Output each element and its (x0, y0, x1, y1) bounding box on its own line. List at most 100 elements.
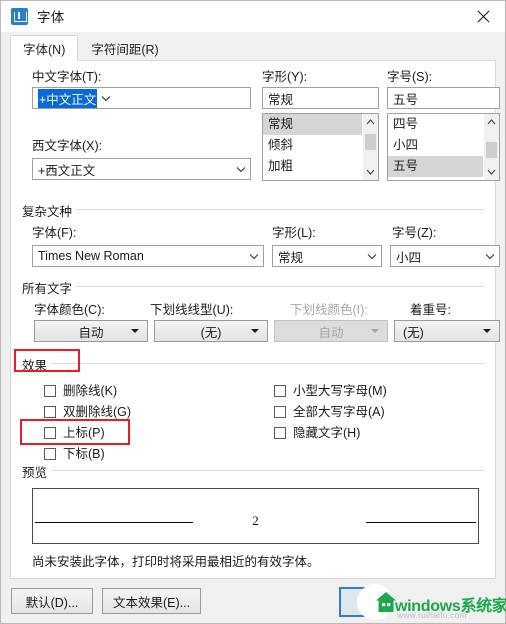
title-bar: 字体 (1, 1, 505, 32)
tab-font-label: 字体(N) (23, 42, 66, 57)
font-style-scroll-thumb[interactable] (365, 134, 376, 150)
font-color-value: 自动 (78, 325, 104, 340)
underline-style-dropdown[interactable]: (无) (154, 320, 268, 342)
underline-color-value: 自动 (318, 325, 344, 340)
tab-character-spacing-label: 字符间距(R) (91, 42, 159, 57)
tab-font[interactable]: 字体(N) (10, 35, 79, 61)
underline-color-dropdown: 自动 (274, 320, 388, 342)
font-style-combo[interactable]: 常规 (262, 87, 379, 109)
font-size-option-sihao[interactable]: 四号 (388, 114, 483, 135)
complex-script-group: 复杂文种 字体(F): 字形(L): 字号(Z): Times New Roma… (22, 201, 500, 269)
emphasis-mark-dropdown[interactable]: (无) (394, 320, 500, 342)
checkbox-superscript-label: 上标(P) (63, 425, 105, 440)
chinese-font-value: +中文正文 (38, 88, 98, 108)
complex-size-value: 小四 (396, 250, 422, 265)
font-style-label: 字形(Y): (262, 70, 308, 84)
default-button-label: 默认(D)... (25, 595, 79, 610)
complex-script-group-title: 复杂文种 (22, 201, 77, 220)
group-divider (22, 286, 484, 287)
checkbox-double-strikethrough[interactable]: 双删除线(G) (44, 401, 244, 422)
effects-group: 效果 删除线(K) 双删除线(G) 上标(P) 下标(B) 小型大写字母(M) … (22, 355, 484, 466)
house-icon (376, 592, 396, 612)
checkbox-hidden-text-label: 隐藏文字(H) (293, 425, 361, 440)
font-style-scrollbar[interactable] (362, 114, 378, 180)
font-style-listbox[interactable]: 常规 倾斜 加粗 (262, 113, 379, 181)
checkbox-subscript[interactable]: 下标(B) (44, 443, 244, 464)
checkbox-small-caps-label: 小型大写字母(M) (293, 383, 387, 398)
font-style-option-bold[interactable]: 加粗 (263, 156, 362, 177)
checkbox-small-caps[interactable]: 小型大写字母(M) (274, 380, 494, 401)
chevron-down-icon[interactable] (363, 253, 381, 260)
checkbox-box[interactable] (274, 405, 286, 418)
preview-note: 尚未安装此字体，打印时将采用最相近的有效字体。 (32, 555, 320, 569)
font-size-option-xiaosi[interactable]: 小四 (388, 135, 483, 156)
all-text-group: 所有文字 字体颜色(C): 下划线线型(U): 下划线颜色(I): 着重号: 自… (22, 278, 500, 344)
checkbox-all-caps[interactable]: 全部大写字母(A) (274, 401, 494, 422)
underline-style-value: (无) (200, 325, 222, 340)
checkbox-box[interactable] (44, 426, 56, 439)
close-icon[interactable] (461, 1, 505, 32)
complex-font-value: Times New Roman (38, 249, 144, 263)
checkbox-box[interactable] (274, 384, 286, 397)
font-size-scrollbar[interactable] (483, 114, 499, 180)
complex-style-combo[interactable]: 常规 (272, 245, 382, 267)
font-color-dropdown[interactable]: 自动 (34, 320, 148, 342)
latin-font-value: +西文正文 (38, 163, 96, 178)
chevron-down-icon[interactable] (481, 253, 499, 260)
triangle-down-icon (371, 329, 379, 333)
font-style-option-regular[interactable]: 常规 (263, 114, 362, 135)
preview-group-title: 预览 (22, 462, 52, 481)
underline-color-label: 下划线颜色(I): (290, 303, 368, 317)
checkbox-box[interactable] (44, 447, 56, 460)
checkbox-strikethrough-label: 删除线(K) (63, 383, 118, 398)
chinese-font-combo[interactable]: +中文正文 (32, 87, 251, 109)
complex-style-label: 字形(L): (272, 226, 316, 240)
effects-group-title: 效果 (22, 355, 52, 374)
watermark-url: www.ruihaifu.com (397, 610, 467, 620)
font-size-listbox[interactable]: 四号 小四 五号 (387, 113, 500, 181)
group-divider (22, 470, 484, 471)
font-style-option-italic[interactable]: 倾斜 (263, 135, 362, 156)
checkbox-hidden-text[interactable]: 隐藏文字(H) (274, 422, 494, 443)
checkbox-box[interactable] (274, 426, 286, 439)
chevron-down-icon[interactable] (232, 166, 250, 173)
text-effects-button[interactable]: 文本效果(E)... (102, 588, 202, 614)
complex-size-combo[interactable]: 小四 (390, 245, 500, 267)
font-size-value: 五号 (393, 92, 419, 107)
checkbox-box[interactable] (44, 384, 56, 397)
tab-character-spacing[interactable]: 字符间距(R) (78, 35, 171, 61)
font-size-label: 字号(S): (387, 70, 433, 84)
watermark-brand-cn: 系统家园 (460, 598, 506, 615)
tab-strip: 字体(N) 字符间距(R) (1, 32, 505, 61)
font-size-options: 四号 小四 五号 (388, 114, 483, 180)
default-button[interactable]: 默认(D)... (11, 588, 93, 614)
checkbox-superscript[interactable]: 上标(P) (44, 422, 244, 443)
font-size-combo[interactable]: 五号 (387, 87, 500, 109)
all-text-group-title: 所有文字 (22, 278, 77, 297)
checkbox-box[interactable] (44, 405, 56, 418)
font-size-option-wuhao[interactable]: 五号 (388, 156, 483, 177)
font-size-scroll-track[interactable] (484, 130, 499, 164)
group-divider (22, 363, 484, 364)
scroll-down-icon[interactable] (484, 164, 500, 180)
scroll-up-icon[interactable] (363, 114, 379, 130)
font-size-scroll-thumb[interactable] (486, 142, 497, 158)
font-color-label: 字体颜色(C): (34, 303, 105, 317)
latin-font-label: 西文字体(X): (32, 139, 103, 153)
font-style-scroll-track[interactable] (363, 130, 378, 164)
wps-w-icon (11, 7, 28, 25)
scroll-down-icon[interactable] (363, 164, 379, 180)
chinese-font-label: 中文字体(T): (32, 70, 102, 84)
watermark-logo: windows系统家园 www.ruihaifu.com (331, 582, 506, 622)
checkbox-double-strikethrough-label: 双删除线(G) (63, 404, 132, 419)
latin-font-combo[interactable]: +西文正文 (32, 158, 251, 180)
chevron-down-icon[interactable] (97, 95, 115, 102)
dialog-footer: 默认(D)... 文本效果(E)... windows系统家园 www.ruih… (1, 579, 506, 623)
triangle-down-icon (251, 329, 259, 333)
triangle-down-icon (131, 329, 139, 333)
chevron-down-icon[interactable] (245, 253, 263, 260)
checkbox-strikethrough[interactable]: 删除线(K) (44, 380, 244, 401)
complex-font-combo[interactable]: Times New Roman (32, 245, 264, 267)
underline-style-label: 下划线线型(U): (150, 303, 234, 317)
scroll-up-icon[interactable] (484, 114, 500, 130)
